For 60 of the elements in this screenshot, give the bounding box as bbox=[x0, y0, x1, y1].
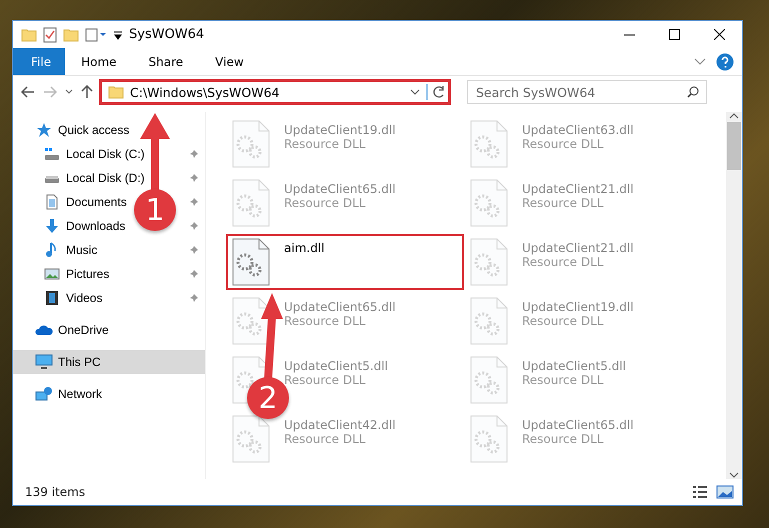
ribbon-tab[interactable]: View bbox=[199, 48, 260, 75]
up-arrow-icon[interactable] bbox=[81, 85, 93, 99]
nav-item[interactable]: Videos bbox=[43, 290, 102, 306]
file-type: Resource DLL bbox=[522, 137, 604, 151]
file-type: Resource DLL bbox=[284, 137, 366, 151]
back-arrow-icon[interactable] bbox=[21, 86, 35, 98]
window-title: SysWOW64 bbox=[129, 27, 206, 42]
address-bar[interactable]: C:\Windows\SysWOW64 bbox=[99, 79, 451, 105]
details-view-icon[interactable] bbox=[692, 485, 708, 499]
help-icon[interactable] bbox=[716, 52, 734, 70]
item-count: 139 items bbox=[25, 485, 86, 499]
file-type: Resource DLL bbox=[284, 196, 366, 210]
folder-icon bbox=[21, 26, 37, 42]
close-icon[interactable] bbox=[714, 29, 725, 40]
maximize-icon[interactable] bbox=[669, 29, 680, 40]
file-type: Resource DLL bbox=[522, 255, 604, 269]
cloud-icon bbox=[35, 324, 53, 336]
nav-item[interactable]: Quick access bbox=[35, 122, 130, 138]
search-icon bbox=[687, 86, 699, 98]
nav-item[interactable]: Downloads bbox=[43, 218, 126, 234]
nav-item[interactable]: This PC bbox=[35, 354, 101, 370]
file-type: Resource DLL bbox=[522, 373, 604, 387]
monitor-icon bbox=[35, 354, 53, 370]
properties-icon bbox=[85, 28, 107, 42]
picture-icon bbox=[44, 267, 60, 281]
ribbon-tab[interactable]: Home bbox=[65, 48, 133, 75]
scrollbar-thumb[interactable] bbox=[727, 122, 741, 170]
checklist-icon bbox=[43, 26, 57, 42]
chevron-down-icon[interactable] bbox=[694, 58, 706, 66]
file-name[interactable]: aim.dll bbox=[284, 241, 324, 255]
file-type: Resource DLL bbox=[522, 314, 604, 328]
file-type: Resource DLL bbox=[522, 432, 604, 446]
nav-item[interactable]: Music bbox=[43, 242, 98, 258]
folder-icon bbox=[108, 84, 124, 100]
chevron-down-icon[interactable] bbox=[65, 89, 73, 95]
film-icon bbox=[45, 290, 59, 306]
nav-item[interactable]: Network bbox=[35, 386, 102, 402]
star-icon bbox=[36, 122, 52, 138]
scroll-down-icon[interactable] bbox=[729, 471, 739, 479]
ribbon-tab[interactable]: Share bbox=[132, 48, 200, 75]
file-type: Resource DLL bbox=[522, 196, 604, 210]
nav-item[interactable]: Pictures bbox=[43, 267, 110, 281]
chevron-down-icon[interactable] bbox=[410, 89, 420, 95]
search-field[interactable]: Search SysWOW64 bbox=[467, 80, 707, 104]
nav-item[interactable]: OneDrive bbox=[35, 323, 109, 337]
music-note-icon bbox=[45, 242, 59, 258]
nav-item[interactable]: Local Disk (C:) bbox=[43, 147, 145, 161]
file-menu-button[interactable]: File bbox=[13, 48, 66, 75]
large-icons-view-icon[interactable] bbox=[716, 485, 734, 499]
folder-icon bbox=[63, 26, 79, 42]
download-arrow-icon bbox=[44, 218, 60, 234]
file-type: Resource DLL bbox=[284, 432, 366, 446]
nav-item[interactable]: Documents bbox=[43, 194, 127, 210]
document-icon bbox=[45, 194, 59, 210]
dropdown-icon[interactable] bbox=[113, 30, 123, 40]
nav-item[interactable]: Local Disk (D:) bbox=[43, 171, 145, 185]
scroll-up-icon[interactable] bbox=[729, 112, 739, 120]
network-icon bbox=[35, 386, 53, 402]
file-type: Resource DLL bbox=[284, 314, 366, 328]
drive-icon bbox=[44, 147, 60, 161]
